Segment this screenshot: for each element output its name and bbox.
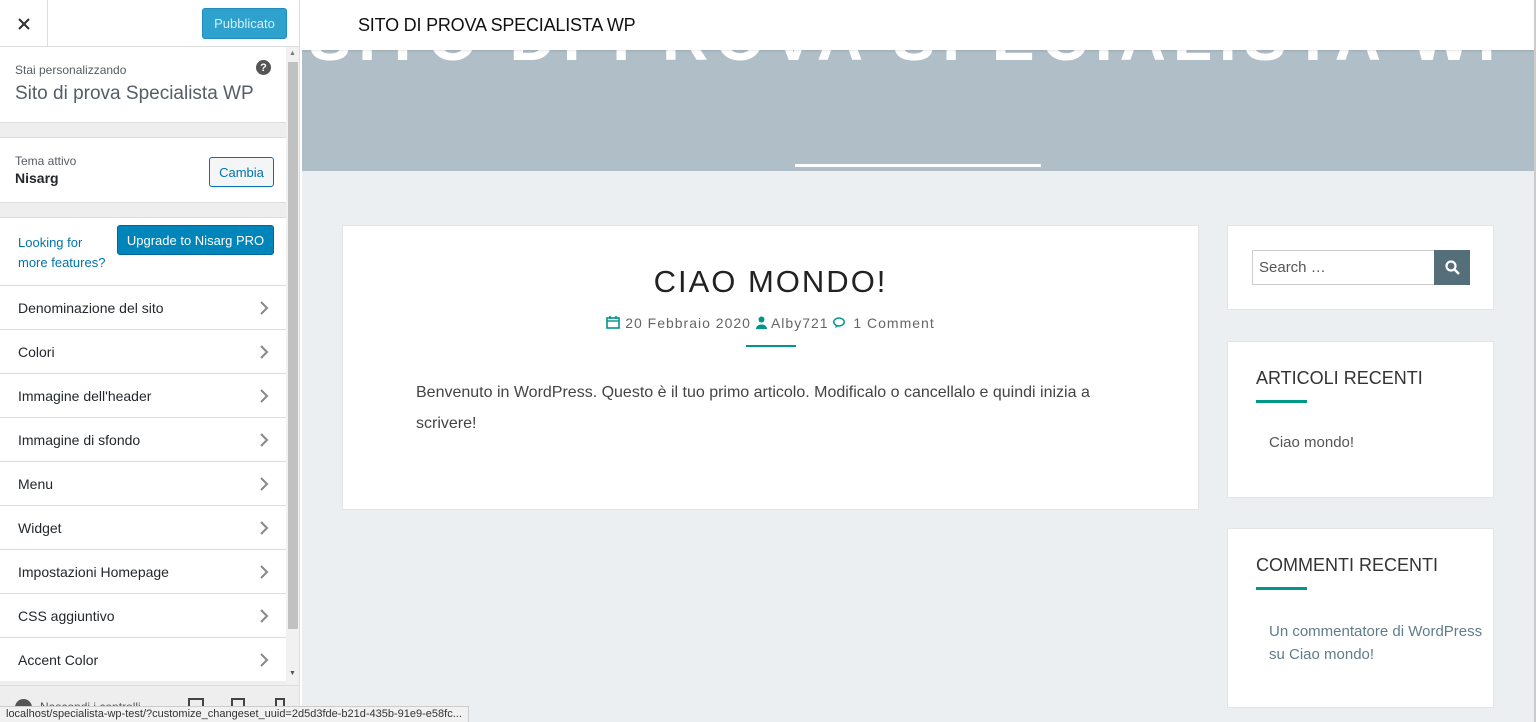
search-icon [1444, 260, 1460, 275]
widget-title-rule [1256, 400, 1307, 403]
scroll-down-icon[interactable]: ▼ [289, 670, 296, 677]
widget-title-rule [1256, 587, 1307, 590]
user-icon [755, 316, 767, 329]
chevron-right-icon [260, 301, 269, 315]
panel-item[interactable]: Widget [0, 505, 286, 549]
panel-list: Denominazione del sito Colori Immagine d… [0, 285, 286, 681]
site-navbar: SITO DI PROVA SPECIALISTA WP [302, 0, 1534, 50]
recent-comments-title: COMMENTI RECENTI [1256, 555, 1438, 575]
panel-item[interactable]: Immagine dell'header [0, 373, 286, 417]
panel-item-label: Colori [18, 343, 55, 360]
help-icon[interactable]: ? [256, 60, 271, 75]
sidebar-scrollbar-thumb[interactable] [288, 62, 298, 629]
recent-comment-link[interactable]: Un commentatore di WordPress su Ciao mon… [1269, 620, 1484, 666]
panel-item-label: Menu [18, 475, 54, 492]
scroll-up-icon[interactable]: ▲ [289, 50, 296, 57]
post-meta: 20 Febbraio 2020 Alby721 1 Comment [343, 315, 1198, 331]
panel-item[interactable]: Immagine di sfondo [0, 417, 286, 461]
post-date[interactable]: 20 Febbraio 2020 [625, 315, 751, 331]
customizer-sidebar: Pubblicato Stai personalizzando Sito di … [0, 0, 300, 722]
pro-promo-section: Looking for more features? Upgrade to Ni… [0, 217, 286, 285]
chevron-right-icon [260, 521, 269, 535]
panel-item[interactable]: CSS aggiuntivo [0, 593, 286, 637]
chevron-right-icon [260, 477, 269, 491]
promo-text: Looking for more features? [18, 235, 106, 270]
panel-item[interactable]: Denominazione del sito [0, 285, 286, 329]
search-button[interactable] [1434, 250, 1470, 285]
recent-posts-title: ARTICOLI RECENTI [1256, 368, 1423, 388]
calendar-icon [606, 316, 621, 329]
customizing-info: Stai personalizzando Sito di prova Speci… [0, 47, 286, 123]
search-widget: Search … [1227, 225, 1494, 310]
chevron-right-icon [260, 565, 269, 579]
chevron-right-icon [260, 345, 269, 359]
customizing-label: Stai personalizzando [15, 63, 127, 77]
hero-underline [795, 164, 1041, 167]
panel-item[interactable]: Accent Color [0, 637, 286, 681]
close-icon [17, 17, 30, 30]
upgrade-pro-button[interactable]: Upgrade to Nisarg PRO [117, 225, 274, 255]
publish-button[interactable]: Pubblicato [202, 8, 287, 39]
panel-item-label: Widget [18, 519, 62, 536]
recent-comments-widget: COMMENTI RECENTI Un commentatore di Word… [1227, 528, 1494, 708]
post-comments-link[interactable]: 1 Comment [853, 315, 934, 331]
chevron-right-icon [260, 389, 269, 403]
change-theme-button[interactable]: Cambia [209, 157, 274, 187]
panel-item-label: Accent Color [18, 651, 99, 668]
post-title-rule [746, 345, 796, 347]
panel-item[interactable]: Colori [0, 329, 286, 373]
panel-item-label: Impostazioni Homepage [18, 563, 169, 580]
close-customizer-button[interactable] [0, 0, 48, 47]
recent-post-link[interactable]: Ciao mondo! [1269, 434, 1354, 451]
post-title[interactable]: CIAO MONDO! [343, 264, 1198, 300]
post-author[interactable]: Alby721 [771, 315, 829, 331]
active-theme-section: Tema attivo Nisarg Cambia [0, 137, 286, 203]
customizer-header: Pubblicato [0, 0, 299, 47]
panel-item-label: Denominazione del sito [18, 299, 164, 316]
panel-item-label: Immagine dell'header [18, 387, 152, 404]
site-brand-link[interactable]: SITO DI PROVA SPECIALISTA WP [358, 15, 636, 36]
post-content: Benvenuto in WordPress. Questo è il tuo … [416, 384, 1090, 432]
recent-posts-widget: ARTICOLI RECENTI Ciao mondo! [1227, 341, 1494, 498]
customizer-panels: Stai personalizzando Sito di prova Speci… [0, 47, 286, 722]
comments-icon [833, 317, 846, 328]
panel-item[interactable]: Menu [0, 461, 286, 505]
panel-item-label: CSS aggiuntivo [18, 607, 115, 624]
panel-item-label: Immagine di sfondo [18, 431, 141, 448]
browser-status-url: localhost/specialista-wp-test/?customize… [0, 706, 469, 722]
blog-post: CIAO MONDO! 20 Febbraio 2020 Alby721 1 C… [342, 225, 1199, 510]
chevron-right-icon [260, 609, 269, 623]
panel-item[interactable]: Impostazioni Homepage [0, 549, 286, 593]
customizing-site-name: Sito di prova Specialista WP [15, 83, 254, 104]
site-preview: SITO DI PROVA SPECIALISTA WP SITO DI PRO… [302, 0, 1534, 722]
search-input[interactable]: Search … [1252, 250, 1434, 285]
chevron-right-icon [260, 433, 269, 447]
chevron-right-icon [260, 653, 269, 667]
